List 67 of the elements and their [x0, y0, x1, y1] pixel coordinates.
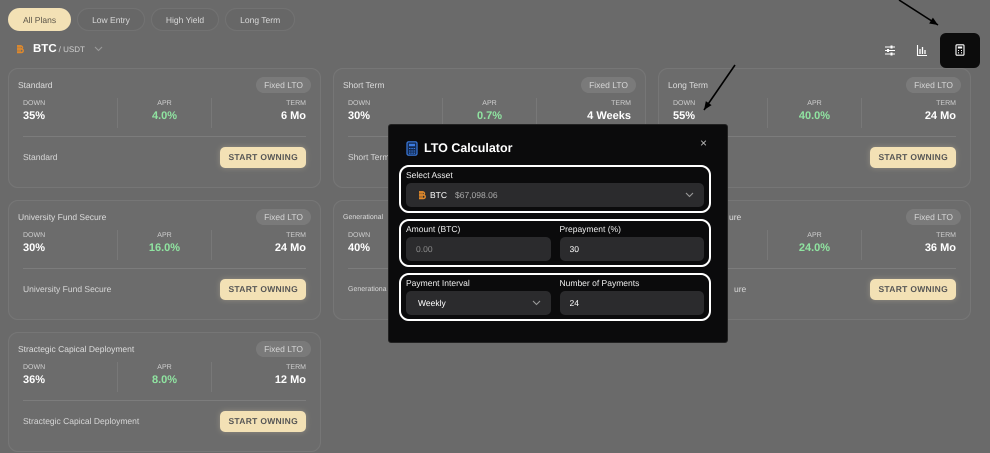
input-field[interactable]: 24 [560, 291, 704, 315]
filter-tab[interactable]: Long Term [225, 8, 296, 31]
field-label: Prepayment (%) [560, 224, 622, 235]
plan-name: University Fund Secure [23, 284, 112, 294]
filter-tab[interactable]: High Yield [150, 8, 220, 31]
filter-tab[interactable]: All Plans [8, 8, 72, 31]
annotation-arrow [898, 0, 940, 27]
plan-name: Standard [23, 152, 58, 162]
calculator-icon [954, 44, 966, 56]
stat-value: 30% [348, 110, 370, 122]
start-owning-button[interactable]: START OWNING [220, 278, 306, 300]
sliders-icon [884, 44, 896, 56]
stat-value: 16.0% [148, 242, 180, 254]
plan-name: Stractegic Capical Deployment [23, 416, 140, 426]
plan-title: Stractegic Capical Deployment [18, 344, 134, 354]
chevron-icon [532, 300, 540, 306]
start-owning-button[interactable]: START OWNING [220, 410, 306, 432]
toolbar-button[interactable] [940, 32, 980, 68]
plan-title: ure [729, 212, 742, 222]
asset-dropdown[interactable]: BTC $67,098.06 [406, 183, 704, 207]
plan-title: Short Term [343, 80, 384, 90]
plan-badge: Fixed LTO [256, 209, 311, 225]
plan-badge: Fixed LTO [906, 209, 961, 225]
plan-name: ure [734, 284, 746, 294]
filter-tab[interactable]: Low Entry [77, 8, 145, 31]
plan-badge: Fixed LTO [581, 77, 636, 93]
stat-value: 0.7% [476, 110, 502, 122]
plan-title: University Fund Secure [18, 212, 106, 222]
stat-value: 8.0% [152, 374, 178, 386]
plan-badge: Fixed LTO [906, 77, 961, 93]
bitcoin-icon [418, 190, 426, 200]
stat-value: 30% [23, 242, 46, 254]
field-label: Amount (BTC) [406, 224, 462, 235]
bitcoin-icon [16, 44, 24, 54]
stat-value: 40% [348, 242, 370, 254]
input-field[interactable]: 30 [560, 237, 704, 261]
start-owning-button[interactable]: START OWNING [870, 146, 956, 168]
stat-value: 12 Mo [274, 374, 306, 386]
calculator-icon [406, 140, 418, 156]
chevron-icon [685, 192, 694, 198]
stat-value: 40.0% [798, 110, 830, 122]
interval-dropdown[interactable]: Weekly [406, 291, 550, 315]
stat-value: 4.0% [152, 110, 178, 122]
stat-value: 24 Mo [924, 110, 956, 122]
bar-chart-icon [916, 44, 928, 56]
field-label: Payment Interval [406, 278, 471, 289]
field-label: Number of Payments [560, 278, 640, 289]
stat-value: 35% [23, 110, 46, 122]
plan-title: Standard [18, 80, 52, 90]
pair-selector[interactable]: BTC / USDT [8, 43, 103, 55]
stat-value: 36 Mo [924, 242, 956, 254]
stat-value: 24 Mo [274, 242, 306, 254]
close-button[interactable]: × [696, 136, 711, 150]
plan-title: Long Term [668, 80, 708, 90]
input-field[interactable]: 0.00 [406, 237, 550, 261]
plan-badge: Fixed LTO [256, 77, 311, 93]
stat-value: 36% [23, 374, 46, 386]
start-owning-button[interactable]: START OWNING [870, 278, 956, 300]
plan-badge: Fixed LTO [256, 341, 311, 357]
dialog-title: LTO Calculator [424, 141, 512, 155]
stat-value: 6 Mo [280, 110, 306, 122]
stat-value: 55% [673, 110, 696, 122]
start-owning-button[interactable]: START OWNING [220, 146, 306, 168]
chevron-icon [94, 46, 103, 52]
field-label: Select Asset [406, 170, 454, 181]
stat-value: 4 Weeks [587, 110, 631, 122]
stat-value: 24.0% [798, 242, 830, 254]
